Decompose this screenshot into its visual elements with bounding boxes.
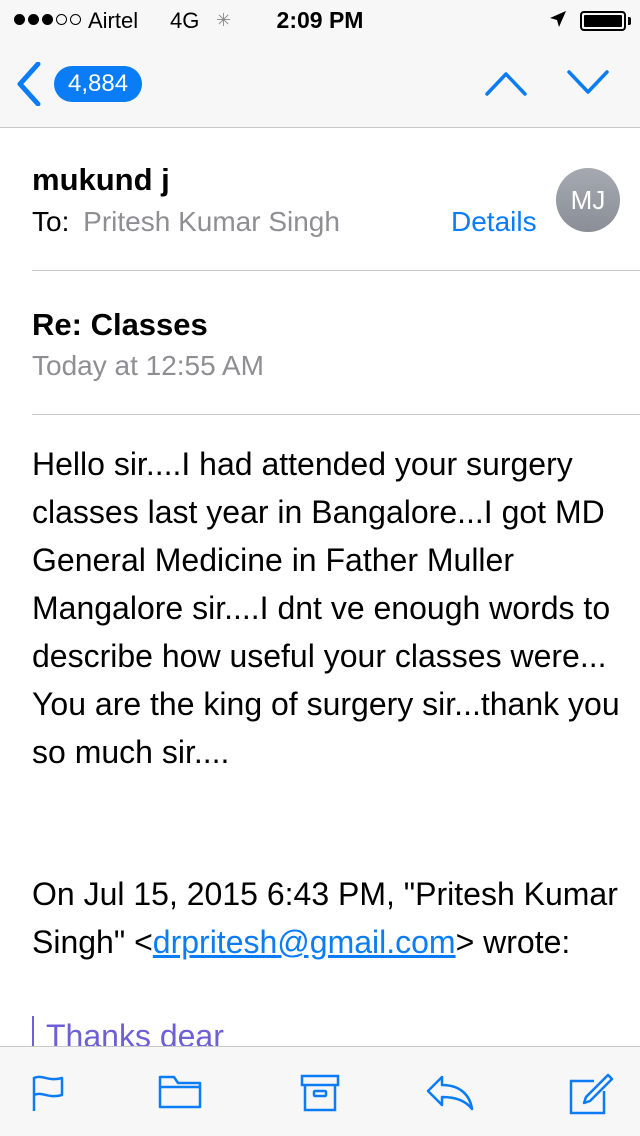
chevron-up-icon bbox=[484, 72, 528, 102]
reply-button[interactable] bbox=[424, 1073, 476, 1116]
quote-header-suffix: > wrote: bbox=[455, 924, 571, 960]
to-label: To: bbox=[32, 206, 70, 237]
battery-icon bbox=[580, 11, 626, 31]
flag-icon bbox=[30, 1075, 66, 1117]
bottom-toolbar bbox=[0, 1046, 640, 1136]
archive-icon bbox=[300, 1074, 340, 1117]
status-time: 2:09 PM bbox=[276, 7, 364, 33]
previous-message-button[interactable] bbox=[484, 68, 528, 103]
navigation-bar: 4,884 bbox=[0, 40, 640, 128]
email-subject: Re: Classes bbox=[32, 307, 208, 342]
email-date: Today at 12:55 AM bbox=[32, 350, 264, 381]
recipient-name[interactable]: Pritesh Kumar Singh bbox=[83, 206, 340, 237]
details-link[interactable]: Details bbox=[451, 206, 537, 238]
reply-icon bbox=[424, 1075, 476, 1115]
compose-button[interactable] bbox=[568, 1073, 614, 1120]
quote-header: On Jul 15, 2015 6:43 PM, "Pritesh Kumar … bbox=[32, 870, 622, 966]
chevron-left-icon bbox=[14, 61, 44, 111]
avatar[interactable]: MJ bbox=[556, 168, 620, 232]
divider bbox=[32, 270, 640, 271]
compose-icon bbox=[568, 1073, 614, 1119]
next-message-button[interactable] bbox=[566, 68, 610, 103]
move-to-folder-button[interactable] bbox=[158, 1073, 202, 1116]
back-button[interactable]: 4,884 bbox=[14, 61, 154, 107]
unread-count-badge: 4,884 bbox=[54, 66, 143, 102]
flag-button[interactable] bbox=[30, 1073, 66, 1118]
email-body: Hello sir....I had attended your surgery… bbox=[32, 446, 620, 770]
status-bar: Airtel 4G ✳ 2:09 PM bbox=[0, 0, 640, 40]
email-address-link[interactable]: drpritesh@gmail.com bbox=[153, 924, 456, 960]
chevron-down-icon bbox=[566, 70, 610, 102]
archive-button[interactable] bbox=[300, 1073, 340, 1118]
sender-name[interactable]: mukund j bbox=[32, 162, 170, 198]
location-arrow-icon bbox=[548, 9, 568, 34]
folder-icon bbox=[158, 1075, 202, 1115]
recipient-row: To: Pritesh Kumar Singh bbox=[32, 206, 340, 238]
divider bbox=[32, 414, 640, 415]
